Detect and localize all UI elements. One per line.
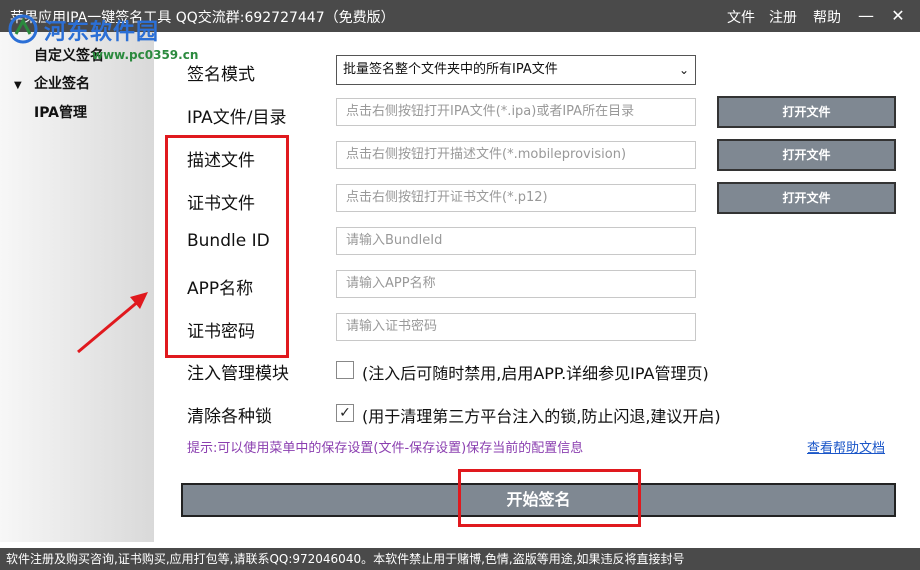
sign-mode-select[interactable]: 批量签名整个文件夹中的所有IPA文件 ⌄: [336, 55, 696, 85]
clear-locks-label: 清除各种锁: [187, 407, 272, 427]
clear-locks-checkbox[interactable]: ✓: [336, 404, 354, 422]
cert-path-input[interactable]: 点击右侧按钮打开证书文件(*.p12): [336, 184, 696, 212]
inject-module-label: 注入管理模块: [187, 364, 289, 384]
menu-register[interactable]: 注册: [769, 7, 797, 27]
watermark-logo-icon: [8, 14, 38, 44]
save-tip: 提示:可以使用菜单中的保存设置(文件-保存设置)保存当前的配置信息: [187, 441, 584, 456]
inject-module-checkbox[interactable]: [336, 361, 354, 379]
menu-file[interactable]: 文件: [727, 7, 755, 27]
ipa-path-input[interactable]: 点击右侧按钮打开IPA文件(*.ipa)或者IPA所在目录: [336, 98, 696, 126]
open-ipa-button[interactable]: 打开文件: [717, 96, 896, 128]
profile-path-input[interactable]: 点击右侧按钮打开描述文件(*.mobileprovision): [336, 141, 696, 169]
close-button[interactable]: ✕: [887, 5, 909, 27]
status-bar: 软件注册及购买咨询,证书购买,应用打包等,请联系QQ:972046040。本软件…: [0, 548, 920, 570]
inject-module-description: (注入后可随时禁用,启用APP.详细参见IPA管理页): [362, 364, 709, 383]
ipa-label: IPA文件/目录: [187, 108, 287, 128]
open-cert-button[interactable]: 打开文件: [717, 182, 896, 214]
sidebar: ▼ 自定义签名 企业签名 IPA管理: [0, 32, 154, 542]
chevron-down-icon: ⌄: [678, 63, 689, 77]
open-profile-button[interactable]: 打开文件: [717, 139, 896, 171]
sign-mode-label: 签名模式: [187, 65, 255, 85]
highlight-box-labels: [165, 135, 289, 358]
menu-help[interactable]: 帮助: [813, 7, 841, 27]
bundle-id-input[interactable]: 请输入BundleId: [336, 227, 696, 255]
cert-password-input[interactable]: 请输入证书密码: [336, 313, 696, 341]
app-name-input[interactable]: 请输入APP名称: [336, 270, 696, 298]
clear-locks-description: (用于清理第三方平台注入的锁,防止闪退,建议开启): [362, 407, 721, 426]
chevron-down-icon: ▼: [14, 80, 22, 91]
watermark-url: www.pc0359.cn: [92, 48, 199, 62]
sidebar-item-ipa-manage[interactable]: IPA管理: [34, 102, 87, 122]
help-doc-link[interactable]: 查看帮助文档: [807, 437, 885, 456]
sign-mode-value: 批量签名整个文件夹中的所有IPA文件: [343, 62, 558, 77]
minimize-button[interactable]: —: [855, 5, 877, 27]
sidebar-item-enterprise-sign[interactable]: 企业签名: [34, 73, 90, 93]
watermark-name: 河东软件园: [44, 20, 160, 45]
highlight-box-start: [458, 469, 641, 527]
